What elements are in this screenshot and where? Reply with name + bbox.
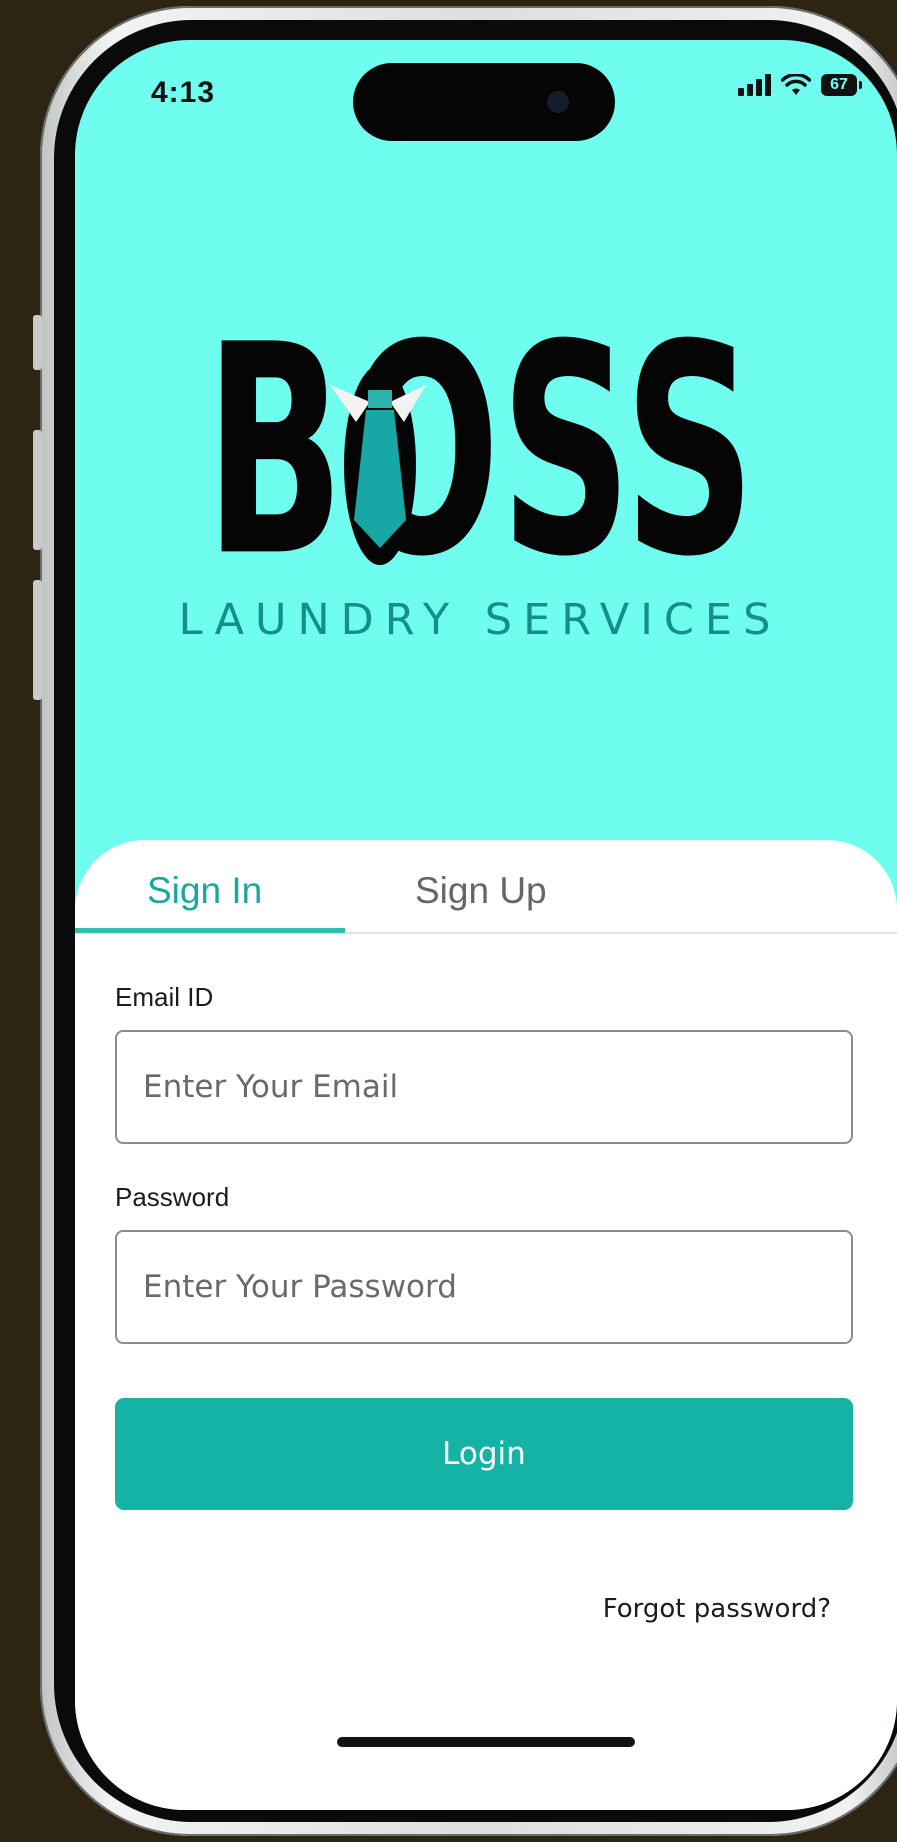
password-label: Password (115, 1182, 230, 1212)
tab-sign-up[interactable]: Sign Up (415, 870, 547, 912)
password-field[interactable] (115, 1230, 853, 1344)
volume-up-button (33, 430, 42, 550)
auth-card: Sign In Sign Up Email ID Password Login … (75, 840, 897, 1810)
status-icons: 67 (738, 74, 862, 96)
login-button[interactable]: Login (115, 1398, 853, 1510)
battery-icon: 67 (821, 74, 862, 96)
app-screen: 4:13 67 BOSS LAUNDRY SERVICES Sign In Si… (75, 40, 897, 1810)
boss-logo: BOSS (205, 330, 756, 590)
email-label: Email ID (115, 982, 214, 1012)
front-camera-icon (547, 91, 569, 113)
tab-sign-in[interactable]: Sign In (147, 870, 262, 912)
email-field[interactable] (115, 1030, 853, 1144)
home-indicator (337, 1737, 635, 1747)
forgot-password-link[interactable]: Forgot password? (603, 1594, 831, 1624)
volume-down-button (33, 580, 42, 700)
status-time: 4:13 (151, 76, 216, 109)
dynamic-island (353, 63, 615, 141)
mute-switch (33, 315, 42, 370)
wifi-icon (781, 74, 811, 95)
logo-tagline: LAUNDRY SERVICES (178, 595, 782, 645)
signal-icon (738, 74, 771, 96)
auth-tabs: Sign In Sign Up (75, 840, 897, 934)
logo-wordmark: BOSS (205, 330, 756, 590)
active-tab-indicator (75, 928, 345, 933)
